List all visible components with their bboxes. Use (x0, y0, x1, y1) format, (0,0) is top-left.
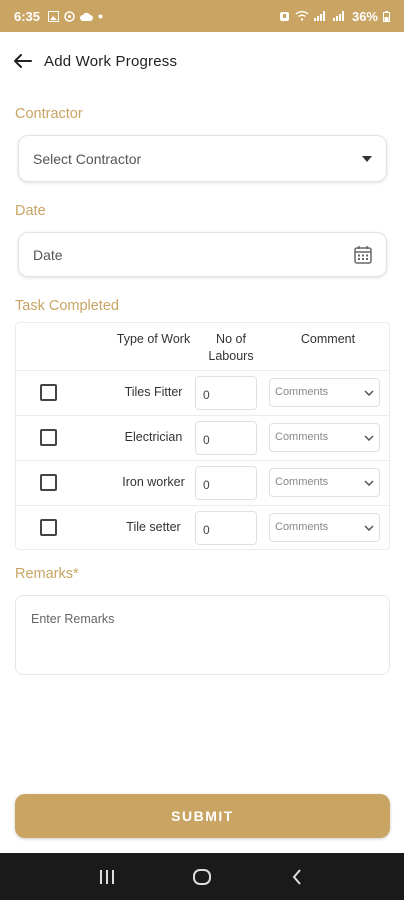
comment-dropdown[interactable]: Comments (269, 378, 380, 407)
task-checkbox[interactable] (40, 384, 57, 401)
chevron-down-icon (364, 522, 374, 534)
signal-icon (313, 11, 325, 21)
remarks-placeholder: Enter Remarks (31, 612, 115, 626)
comment-dropdown[interactable]: Comments (269, 513, 380, 542)
battery-level: 36% (351, 8, 378, 24)
settings-icon (64, 10, 75, 22)
labour-count-input[interactable]: 0 (195, 376, 257, 410)
image-icon (48, 10, 60, 22)
status-bar: 6:35 36% (0, 0, 404, 32)
comment-dropdown[interactable]: Comments (269, 468, 380, 497)
battery-icon (383, 10, 390, 22)
alarm-icon (279, 11, 289, 21)
recent-apps-icon[interactable] (87, 862, 127, 892)
remarks-label: Remarks* (15, 566, 79, 582)
chevron-down-icon (364, 432, 374, 444)
comment-dropdown[interactable]: Comments (269, 423, 380, 452)
home-icon[interactable] (182, 862, 222, 892)
table-row: Electrician 0 Comments (16, 415, 389, 460)
contractor-select[interactable]: Select Contractor (18, 135, 387, 182)
app-bar: Add Work Progress (0, 32, 404, 90)
contractor-label: Contractor (15, 106, 83, 122)
dot-icon (98, 14, 103, 18)
submit-button[interactable]: SUBMIT (15, 794, 390, 838)
chevron-down-icon (364, 387, 374, 399)
comment-value: Comments (275, 476, 329, 488)
back-arrow-icon[interactable] (12, 50, 34, 72)
task-checkbox[interactable] (40, 429, 57, 446)
page-title: Add Work Progress (44, 52, 178, 70)
remarks-textarea[interactable]: Enter Remarks (15, 595, 390, 675)
contractor-select-value: Select Contractor (33, 150, 142, 167)
signal-icon (332, 11, 344, 21)
table-row: Iron worker 0 Comments (16, 460, 389, 505)
table-row: Tiles Fitter 0 Comments (16, 370, 389, 415)
comment-value: Comments (275, 431, 329, 443)
cloud-icon (80, 12, 94, 21)
system-nav-bar (0, 853, 404, 900)
date-input[interactable]: Date (18, 232, 387, 277)
chevron-down-icon (364, 477, 374, 489)
labour-count-input[interactable]: 0 (195, 421, 257, 455)
caret-down-icon (362, 155, 372, 162)
date-placeholder: Date (33, 246, 63, 263)
comment-value: Comments (275, 386, 329, 398)
task-checkbox[interactable] (40, 519, 57, 536)
back-icon[interactable] (277, 862, 317, 892)
date-label: Date (15, 203, 46, 219)
header-comment: Comment (300, 332, 356, 346)
header-no-of-labours: No of Labours (208, 332, 254, 363)
status-time: 6:35 (14, 8, 41, 24)
labour-count-input[interactable]: 0 (195, 511, 257, 545)
task-completed-label: Task Completed (15, 298, 119, 314)
wifi-icon (295, 11, 309, 21)
labour-count-input[interactable]: 0 (195, 466, 257, 500)
task-table-header: Type of Work No of Labours Comment (16, 323, 389, 370)
calendar-icon[interactable] (354, 245, 372, 264)
task-table: Type of Work No of Labours Comment Tiles… (15, 322, 390, 550)
comment-value: Comments (275, 521, 329, 533)
table-row: Tile setter 0 Comments (16, 505, 389, 550)
task-checkbox[interactable] (40, 474, 57, 491)
